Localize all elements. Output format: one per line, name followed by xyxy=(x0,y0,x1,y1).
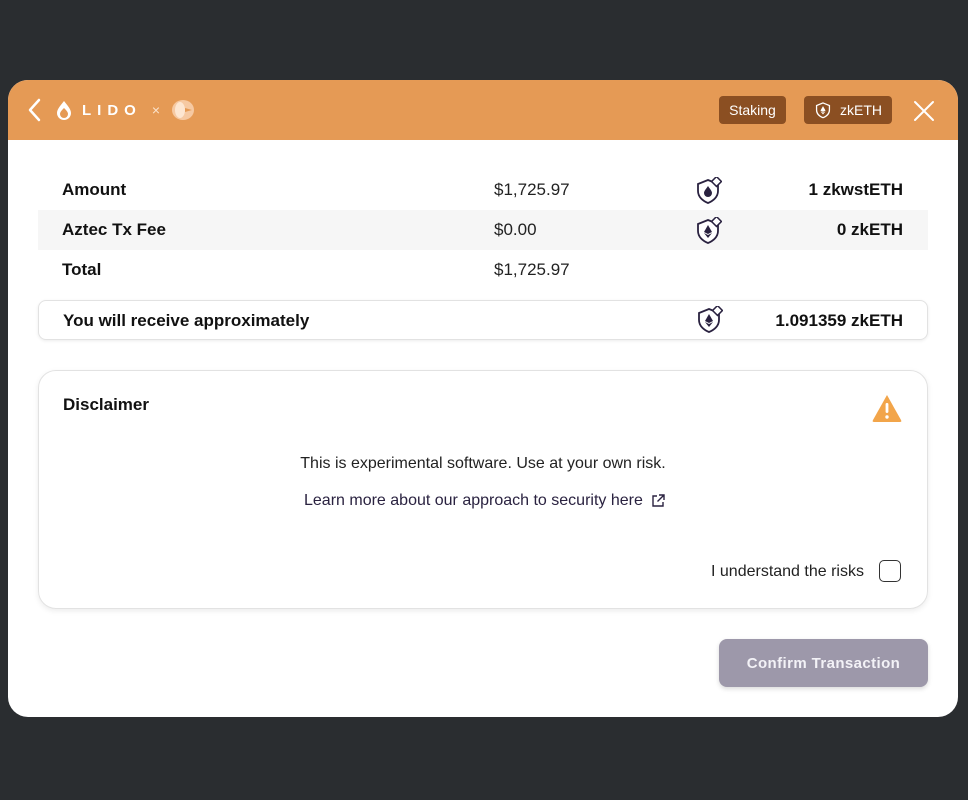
aztec-logo-icon xyxy=(172,100,195,120)
zketh-shield-icon xyxy=(815,102,831,119)
amount-label: Amount xyxy=(62,180,127,199)
close-icon[interactable] xyxy=(913,100,935,122)
staking-badge: Staking xyxy=(719,96,786,124)
disclaimer-title: Disclaimer xyxy=(63,395,149,414)
total-label: Total xyxy=(62,260,102,279)
confirm-transaction-button[interactable]: Confirm Transaction xyxy=(719,639,928,687)
fee-value: 0 zkETH xyxy=(836,220,903,239)
fee-usd: $0.00 xyxy=(494,220,537,239)
understand-risks-label: I understand the risks xyxy=(711,563,864,580)
amount-value: 1 zkwstETH xyxy=(808,180,903,199)
staking-badge-label: Staking xyxy=(729,102,776,118)
receive-label: You will receive approximately xyxy=(63,311,310,330)
zketh-shield-icon xyxy=(698,306,723,333)
back-icon[interactable] xyxy=(26,97,46,123)
disclaimer-card: Disclaimer This is experimental software… xyxy=(38,370,928,609)
total-usd: $1,725.97 xyxy=(494,260,570,279)
fee-row: Aztec Tx Fee $0.00 0 zkETH xyxy=(38,210,928,250)
amount-row: Amount $1,725.97 1 zkwstETH xyxy=(38,170,928,210)
zketh-badge-label: zkETH xyxy=(840,102,882,118)
security-link[interactable]: Learn more about our approach to securit… xyxy=(304,492,665,510)
brand-name: LIDO xyxy=(82,101,142,119)
security-link-label: Learn more about our approach to securit… xyxy=(304,492,643,509)
amount-usd: $1,725.97 xyxy=(494,180,570,199)
zketh-badge: zkETH xyxy=(804,96,892,124)
brand-logo: LIDO × xyxy=(56,98,196,122)
total-row: Total $1,725.97 xyxy=(38,250,928,290)
fee-label: Aztec Tx Fee xyxy=(62,220,166,239)
warning-icon xyxy=(872,395,902,422)
receive-value: 1.091359 zkETH xyxy=(775,311,903,330)
lido-drop-icon xyxy=(57,101,71,120)
zkwsteth-shield-icon xyxy=(697,177,722,204)
receive-summary: You will receive approximately 1.091359 … xyxy=(38,300,928,340)
transaction-modal: LIDO × Staking zkETH Amount $1,725.97 1 … xyxy=(8,80,958,717)
disclaimer-text: This is experimental software. Use at yo… xyxy=(300,455,666,472)
modal-header: LIDO × Staking zkETH xyxy=(8,80,958,140)
understand-risks-checkbox[interactable] xyxy=(879,560,901,582)
zketh-shield-icon xyxy=(697,217,722,244)
external-link-icon xyxy=(652,494,665,507)
brand-separator: × xyxy=(151,102,161,118)
